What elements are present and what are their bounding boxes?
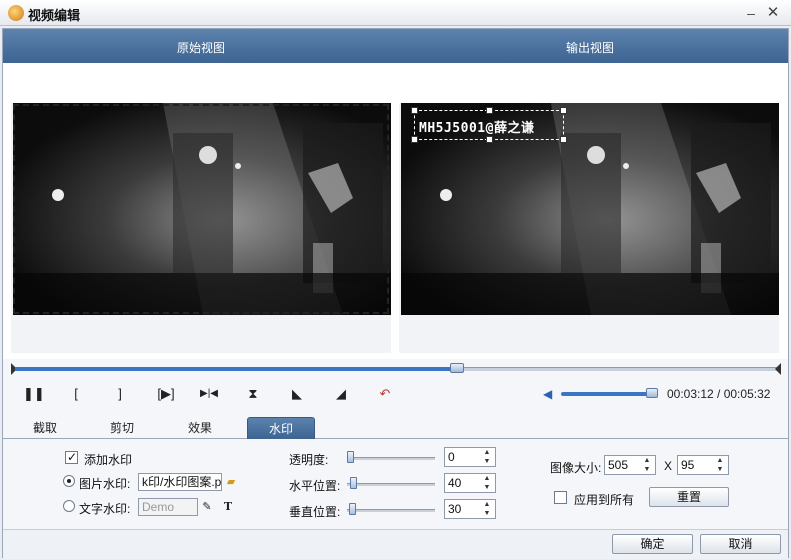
mark-in-button[interactable]: [ [66, 385, 86, 403]
cancel-button[interactable]: 取消 [700, 534, 781, 554]
timeline-thumb[interactable] [450, 363, 464, 373]
opacity-slider[interactable] [347, 457, 435, 460]
image-watermark-label: 图片水印: [79, 477, 131, 491]
horizontal-position-label: 水平位置: [289, 479, 341, 493]
spin-up-icon[interactable]: ▲ [640, 456, 654, 465]
watermark-selection-box[interactable]: MH5J5001@薛之谦 [411, 107, 567, 143]
tab-cut[interactable]: 剪切 [88, 417, 156, 439]
next-frame-button[interactable]: ▶|◀ [196, 385, 222, 403]
ok-button[interactable]: 确定 [612, 534, 693, 554]
resize-handle[interactable] [486, 107, 493, 114]
output-video-frame[interactable]: MH5J5001@薛之谦 [401, 103, 779, 315]
add-watermark-checkbox[interactable] [65, 450, 78, 464]
dialog-footer: 确定 取消 [3, 529, 788, 559]
horizontal-position-slider[interactable] [347, 483, 435, 486]
rotate-right-button[interactable]: ◣ [287, 385, 307, 403]
original-video-frame[interactable] [13, 103, 391, 315]
preview-header: 原始视图 输出视图 [3, 29, 788, 63]
watermark-text-overlay: MH5J5001@薛之谦 [419, 121, 535, 136]
resize-handle[interactable] [411, 136, 418, 143]
resize-handle[interactable] [411, 107, 418, 114]
timeline-progress [15, 367, 457, 371]
spin-up-icon[interactable]: ▲ [480, 500, 494, 509]
mark-out-button[interactable]: ] [110, 385, 130, 403]
time-display: 00:03:12 / 00:05:32 [667, 387, 771, 401]
resize-handle[interactable] [486, 136, 493, 143]
watermark-panel: 添加水印 图片水印: k印/水印图案.p ▰ 文字水印: Demo ✎ T 透明… [3, 439, 788, 529]
watermark-text-field[interactable]: Demo [138, 498, 198, 516]
tab-watermark[interactable]: 水印 [247, 417, 315, 439]
spin-up-icon[interactable]: ▲ [480, 448, 494, 457]
volume-slider[interactable] [561, 392, 652, 396]
original-view-label: 原始视图 [177, 41, 226, 55]
window-title: 视频编辑 [28, 8, 81, 23]
spin-down-icon[interactable]: ▼ [713, 465, 727, 474]
apply-to-all-checkbox[interactable] [554, 491, 567, 504]
timeline-end-marker[interactable] [775, 363, 781, 375]
opacity-spinbox[interactable]: 0 ▲ ▼ [444, 447, 496, 467]
vertical-position-label: 垂直位置: [289, 505, 341, 519]
flip-vertical-button[interactable]: ⧗ [243, 385, 263, 403]
horizontal-position-value: 40 [448, 476, 462, 490]
volume-thumb[interactable] [646, 388, 658, 398]
minimize-button[interactable]: – [742, 4, 760, 22]
image-height-value: 95 [681, 458, 695, 472]
image-path-field[interactable]: k印/水印图案.p [138, 473, 222, 491]
editor-frame: 原始视图 输出视图 MH5J5001@薛之谦 ❚❚ [] [▶] ▶|◀ ⧗ … [2, 28, 789, 559]
add-watermark-label: 添加水印 [84, 453, 133, 467]
vertical-position-spinbox[interactable]: 30 ▲ ▼ [444, 499, 496, 519]
image-watermark-radio[interactable] [63, 475, 75, 487]
tab-capture[interactable]: 截取 [11, 417, 79, 439]
original-view-pane [11, 103, 391, 353]
undo-button[interactable]: ↶ [375, 385, 395, 403]
folder-icon[interactable]: ▰ [223, 474, 239, 490]
opacity-label: 透明度: [289, 453, 329, 467]
play-segment-button[interactable]: [▶] [153, 385, 179, 403]
text-style-icon[interactable]: T [220, 499, 236, 515]
close-button[interactable]: ✕ [764, 4, 782, 22]
spin-down-icon[interactable]: ▼ [480, 483, 494, 492]
image-size-label: 图像大小: [550, 461, 602, 475]
resize-handle[interactable] [560, 136, 567, 143]
title-bar: 视频编辑 – ✕ [0, 0, 791, 26]
output-view-pane: MH5J5001@薛之谦 [399, 103, 779, 353]
vertical-position-value: 30 [448, 502, 462, 516]
spin-up-icon[interactable]: ▲ [480, 474, 494, 483]
image-width-value: 505 [608, 458, 629, 472]
tab-effects[interactable]: 效果 [166, 417, 234, 439]
spin-down-icon[interactable]: ▼ [480, 457, 494, 466]
pause-button[interactable]: ❚❚ [23, 385, 45, 403]
spin-down-icon[interactable]: ▼ [480, 509, 494, 518]
horizontal-position-thumb[interactable] [350, 477, 357, 489]
opacity-value: 0 [448, 450, 455, 464]
playback-controls: ❚❚ [ ] [▶] ▶|◀ ⧗ ◣ ◢ ↶ ◀ 00:03:12 / 00:0… [3, 379, 788, 409]
output-view-label: 输出视图 [566, 41, 615, 55]
edit-tabs: 截取 剪切 效果 水印 [3, 415, 788, 439]
preview-area: MH5J5001@薛之谦 [3, 63, 788, 359]
image-width-spinbox[interactable]: 505 ▲ ▼ [604, 455, 656, 475]
apply-to-all-label: 应用到所有 [574, 493, 635, 507]
text-watermark-radio[interactable] [63, 500, 75, 512]
image-height-spinbox[interactable]: 95 ▲ ▼ [677, 455, 729, 475]
horizontal-position-spinbox[interactable]: 40 ▲ ▼ [444, 473, 496, 493]
vertical-position-slider[interactable] [347, 509, 435, 512]
app-icon [8, 5, 24, 21]
size-separator: X [664, 459, 673, 473]
rotate-left-button[interactable]: ◢ [331, 385, 351, 403]
spin-up-icon[interactable]: ▲ [713, 456, 727, 465]
text-watermark-label: 文字水印: [79, 502, 131, 516]
opacity-thumb[interactable] [347, 451, 354, 463]
pen-icon[interactable]: ✎ [199, 499, 215, 515]
reset-button[interactable]: 重置 [649, 487, 729, 507]
resize-handle[interactable] [560, 107, 567, 114]
vertical-position-thumb[interactable] [349, 503, 356, 515]
volume-icon[interactable]: ◀ [543, 388, 555, 400]
timeline-slider[interactable] [11, 363, 781, 375]
spin-down-icon[interactable]: ▼ [640, 465, 654, 474]
